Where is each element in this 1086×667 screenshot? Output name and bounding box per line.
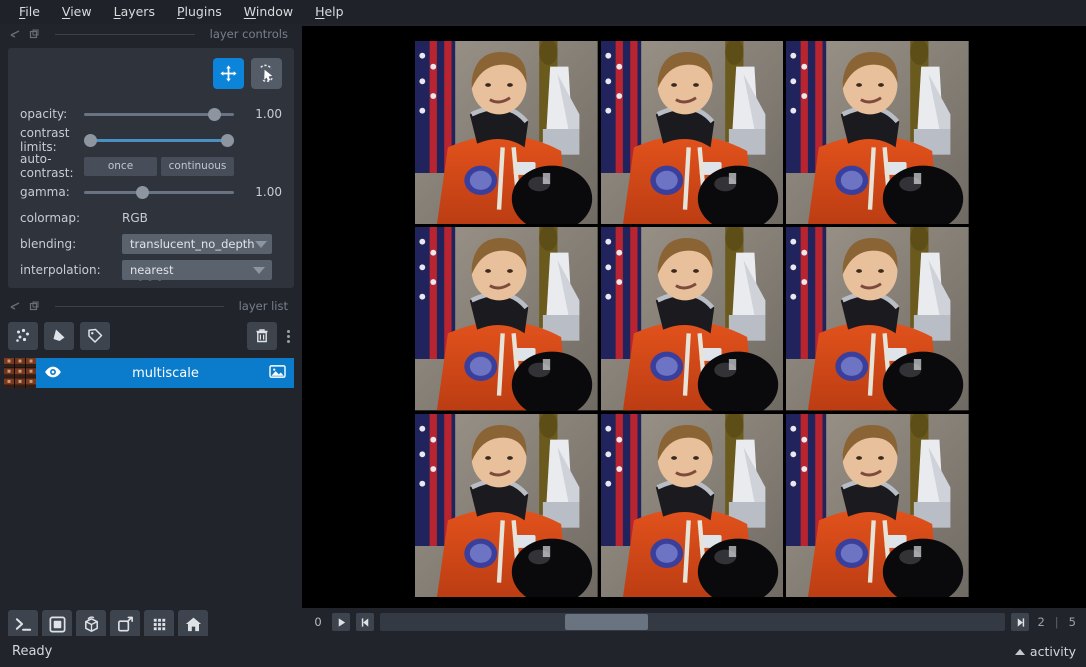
opacity-slider-handle[interactable]: [208, 108, 221, 121]
pan-zoom-mode-button[interactable]: [213, 58, 244, 89]
gamma-slider[interactable]: [84, 182, 234, 202]
dimension-slider-bar: 0 2 | 5: [302, 608, 1086, 636]
gamma-value: 1.00: [255, 185, 282, 199]
menu-view[interactable]: View: [51, 3, 103, 22]
colormap-value: RGB: [122, 211, 148, 225]
new-shapes-layer-button[interactable]: [44, 322, 74, 350]
layer-list-item[interactable]: multiscale: [4, 358, 294, 388]
roll-dims-button[interactable]: [76, 610, 106, 639]
menu-plugins[interactable]: Plugins: [166, 3, 233, 22]
layer-list-more-options-button[interactable]: [283, 329, 294, 343]
opacity-value: 1.00: [255, 107, 282, 121]
chevron-down-icon: [253, 266, 265, 274]
layer-row-body[interactable]: multiscale: [36, 358, 294, 388]
contrast-limits-slider[interactable]: [84, 130, 234, 150]
menu-bar: File View Layers Plugins Window Help: [0, 0, 1086, 24]
contrast-limits-row: contrast limits:: [20, 126, 282, 154]
grid-tile: [786, 227, 969, 411]
layer-thumbnail: [4, 358, 36, 388]
float-icon[interactable]: [10, 297, 21, 316]
status-message: Ready: [12, 644, 53, 659]
opacity-label: opacity:: [20, 107, 68, 121]
transform-mode-button[interactable]: [251, 58, 282, 89]
menu-file[interactable]: File: [8, 3, 51, 22]
gamma-label: gamma:: [20, 185, 70, 199]
contrast-limits-high-handle[interactable]: [221, 134, 234, 147]
step-to-start-button[interactable]: [356, 613, 374, 631]
gamma-slider-handle[interactable]: [136, 186, 149, 199]
float-icon[interactable]: [10, 25, 21, 44]
left-dock-panel: layer controls opacity: 1.00 contrast li…: [0, 24, 302, 667]
image-layer-type-icon: [269, 364, 286, 383]
layer-name-label: multiscale: [132, 365, 199, 381]
opacity-row: opacity: 1.00: [20, 103, 282, 125]
napari-viewer-window: File View Layers Plugins Window Help lay…: [0, 0, 1086, 667]
title-rule: [55, 33, 195, 35]
dock-icon[interactable]: [29, 297, 40, 316]
status-bar: Ready activity: [0, 636, 1086, 667]
dock-icon[interactable]: [29, 25, 40, 44]
contrast-limits-low-handle[interactable]: [84, 134, 97, 147]
panel-resize-grip[interactable]: •••: [8, 274, 294, 287]
dimension-axis-label: 0: [314, 615, 322, 629]
dimension-current-index: 2: [1037, 615, 1045, 629]
mode-buttons: [20, 58, 282, 89]
new-points-layer-button[interactable]: [8, 322, 38, 350]
auto-contrast-row: auto-contrast: once continuous: [20, 152, 282, 180]
layer-list-dock-title: layer list: [0, 296, 302, 316]
menu-layers[interactable]: Layers: [103, 3, 166, 22]
auto-contrast-once-button[interactable]: once: [84, 156, 157, 176]
grid-tile: [600, 41, 784, 225]
grid-tile: [786, 413, 969, 597]
layer-controls-box: opacity: 1.00 contrast limits: auto-cont…: [8, 48, 294, 288]
layer-list-label: layer list: [238, 299, 288, 313]
blending-value: translucent_no_depth: [130, 237, 255, 251]
activity-label: activity: [1029, 644, 1076, 659]
transpose-dims-button[interactable]: [110, 610, 140, 639]
grid-tile: [600, 227, 784, 411]
menu-window[interactable]: Window: [233, 3, 304, 22]
blending-label: blending:: [20, 237, 77, 251]
layer-controls-dock-title: layer controls: [0, 24, 302, 44]
blending-row: blending: translucent_no_depth: [20, 233, 282, 255]
grid-tile: [415, 41, 598, 225]
colormap-row: colormap: RGB: [20, 207, 282, 229]
image-canvas[interactable]: [302, 26, 1086, 608]
grid-tile: [415, 227, 598, 411]
home-reset-button[interactable]: [178, 610, 208, 639]
chevron-down-icon: [254, 240, 267, 248]
layer-visibility-icon[interactable]: [44, 364, 62, 383]
chevron-up-icon: [1014, 648, 1025, 655]
console-button[interactable]: [8, 610, 38, 639]
interpolation-label: interpolation:: [20, 263, 101, 277]
ndisplay-toggle-button[interactable]: [42, 610, 72, 639]
step-to-end-button[interactable]: [1011, 613, 1030, 631]
new-labels-layer-button[interactable]: [80, 322, 110, 350]
activity-button[interactable]: activity: [1014, 644, 1076, 659]
layer-list-toolbar: [8, 320, 294, 352]
image-grid: [415, 41, 969, 597]
opacity-slider[interactable]: [84, 104, 234, 124]
grid-tile: [786, 41, 969, 225]
dimension-total-count: 5: [1068, 615, 1076, 629]
layer-controls-label: layer controls: [209, 27, 288, 41]
menu-help[interactable]: Help: [304, 3, 355, 22]
grid-tile: [415, 413, 598, 597]
title-rule: [55, 305, 224, 307]
colormap-label: colormap:: [20, 211, 81, 225]
grid-view-button[interactable]: [144, 610, 174, 639]
auto-contrast-continuous-button[interactable]: continuous: [161, 156, 234, 176]
delete-layer-button[interactable]: [247, 322, 277, 350]
auto-contrast-label: auto-contrast:: [20, 152, 74, 180]
play-button[interactable]: [332, 613, 350, 631]
blending-select[interactable]: translucent_no_depth: [122, 234, 272, 254]
dimension-slider-handle[interactable]: [564, 614, 649, 630]
grid-tile: [600, 413, 784, 597]
dimension-slider[interactable]: [380, 613, 1006, 631]
viewer-button-bar: [8, 610, 208, 639]
dimension-separator: |: [1054, 615, 1059, 629]
contrast-limits-label: contrast limits:: [20, 126, 70, 154]
gamma-row: gamma: 1.00: [20, 181, 282, 203]
